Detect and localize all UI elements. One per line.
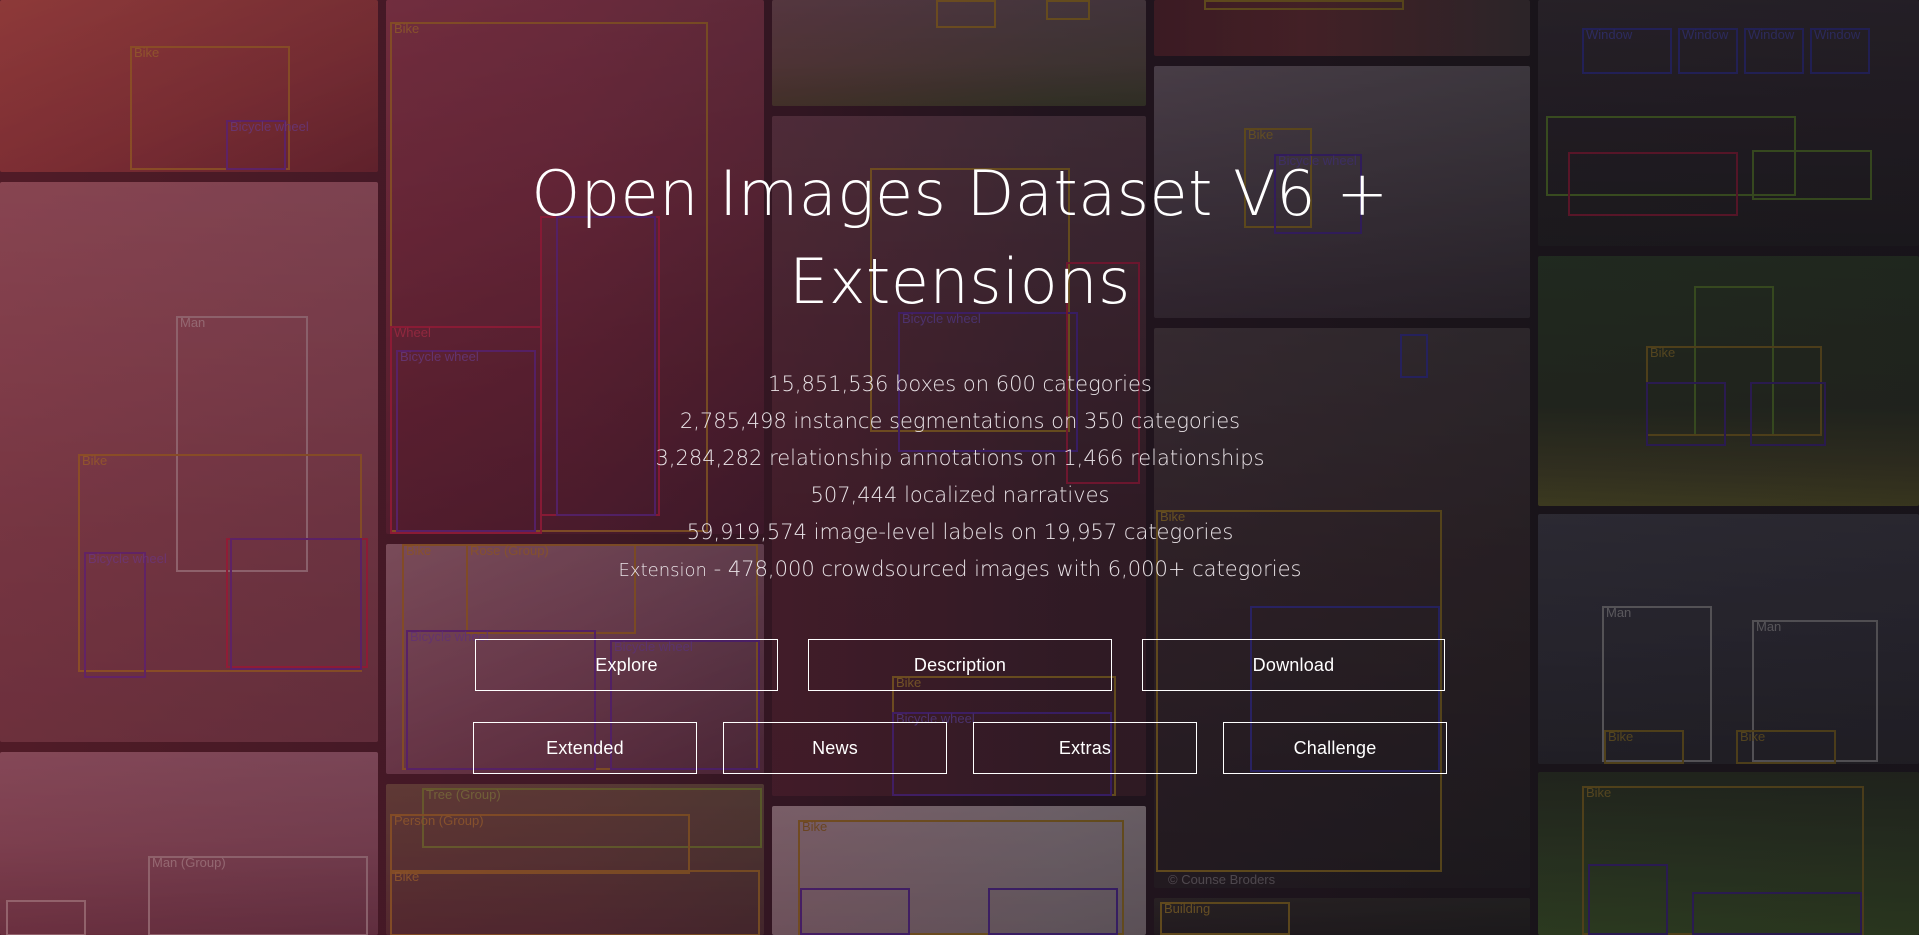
box-building: Building: [1160, 902, 1290, 935]
stat-boxes: 15,851,536 boxes on 600 categories: [768, 372, 1152, 396]
box-label: Building: [1164, 901, 1211, 916]
box-bike: Bike: [390, 870, 760, 935]
collage-photo-harbor: Man (Group): [0, 752, 378, 935]
box-label: Man (Group): [152, 855, 226, 870]
box-bicycle-wheel: [230, 538, 362, 670]
box-bicycle-wheel: [988, 888, 1118, 935]
download-button[interactable]: Download: [1142, 639, 1445, 691]
box-label: Bicycle wheel: [400, 349, 479, 364]
collage-photo-road-bike: Bike: [772, 806, 1146, 935]
box-person: [936, 0, 996, 28]
box-bicycle-wheel: [800, 888, 910, 935]
collage-photo-trees-crowd: Tree (Group) Person (Group) Bike: [386, 784, 764, 935]
collage-photo-park-top: [772, 0, 1146, 106]
box-label: Tree (Group): [426, 787, 501, 802]
explore-button[interactable]: Explore: [475, 639, 778, 691]
box-label: Bike: [1586, 785, 1612, 800]
box-label: Bike: [394, 869, 420, 884]
description-button[interactable]: Description: [808, 639, 1112, 691]
box-label: Bike: [1740, 729, 1766, 744]
box-bicycle-wheel: [1646, 382, 1726, 446]
box-label: Bicycle wheel: [230, 119, 309, 134]
collage-photo-kayak-bike: Bike: [1538, 256, 1919, 506]
box-label: Window: [1682, 27, 1729, 42]
box-label: Bike: [1650, 345, 1676, 360]
box-label: Bike: [406, 544, 432, 558]
collage-photo-central-station: Window Window Window Window: [1538, 0, 1919, 246]
box-label: Bicycle wheel: [88, 551, 167, 566]
page-title-line-1: Open Images Dataset V6 +: [531, 157, 1389, 230]
stat-relationships: 3,284,282 relationship annotations on 1,…: [655, 446, 1265, 470]
box-label: Bike: [802, 819, 828, 834]
collage-photo-car: [1154, 0, 1530, 56]
box-label: Wheel: [394, 325, 431, 340]
box-car: [1204, 0, 1404, 10]
box-bicycle-wheel: [1588, 864, 1668, 935]
box-window: Window: [1744, 28, 1804, 74]
box-bicycle-wheel: [1692, 892, 1862, 935]
box-man: [6, 900, 86, 935]
stat-extension: Extension - 478,000 crowdsourced images …: [560, 551, 1360, 589]
box-man-group: Man (Group): [148, 856, 368, 935]
box-label: Bike: [82, 453, 108, 468]
box-person: [1046, 0, 1090, 20]
box-label: Window: [1748, 27, 1795, 42]
stat-image-labels: 59,919,574 image-level labels on 19,957 …: [686, 520, 1234, 544]
box-label: Bike: [1248, 127, 1274, 142]
box-label: Man: [180, 315, 206, 330]
dataset-stats: 15,851,536 boxes on 600 categories 2,785…: [560, 366, 1360, 589]
box-sign: [1400, 334, 1428, 378]
box-bicycle-wheel: Bicycle wheel: [84, 552, 167, 678]
stat-narratives: 507,444 localized narratives: [810, 483, 1110, 507]
box-bicycle-wheel: [1750, 382, 1826, 446]
collage-photo-man-bicycle: Man Bike Bicycle wheel: [0, 182, 378, 742]
box-label: Window: [1586, 27, 1633, 42]
collage-photo-starting-line: Man Man Bike Bike: [1538, 514, 1919, 764]
box-label: Person (Group): [394, 813, 484, 828]
box-person: [1752, 150, 1872, 200]
box-bike: [1568, 152, 1738, 216]
extras-button[interactable]: Extras: [973, 722, 1197, 774]
box-label: Man: [1756, 619, 1782, 634]
challenge-button[interactable]: Challenge: [1223, 722, 1447, 774]
collage-photo-building: Building: [1154, 898, 1530, 935]
box-window: Window: [1810, 28, 1870, 74]
extension-text: - 478,000 crowdsourced images with 6,000…: [706, 557, 1302, 581]
box-label: Bike: [1608, 729, 1634, 744]
photo-credit: © Counse Broders: [1168, 872, 1276, 887]
stat-segmentations: 2,785,498 instance segmentations on 350 …: [679, 409, 1241, 433]
box-bike: Bike: [1604, 730, 1684, 764]
box-label: Rose (Group): [470, 544, 549, 558]
box-bicycle-wheel: Bicycle wheel: [396, 350, 536, 532]
box-bicycle-wheel: Bicycle wheel: [226, 120, 309, 170]
page-title: Open Images Dataset V6 + Extensions: [460, 150, 1460, 326]
page-title-line-2: Extensions: [789, 245, 1131, 318]
box-person-group: Person (Group): [390, 814, 690, 874]
box-window: Window: [1582, 28, 1672, 74]
extension-prefix: Extension: [618, 560, 707, 581]
collage-photo-cyclist-top: Bike Bicycle wheel: [0, 0, 378, 172]
box-label: Bike: [394, 21, 420, 36]
news-button[interactable]: News: [723, 722, 947, 774]
box-label: Bike: [134, 45, 160, 60]
box-label: Window: [1814, 27, 1861, 42]
box-window: Window: [1678, 28, 1738, 74]
collage-photo-grass-bike: Bike: [1538, 772, 1919, 935]
extended-button[interactable]: Extended: [473, 722, 697, 774]
box-label: Man: [1606, 605, 1632, 620]
box-bike: Bike: [1736, 730, 1836, 764]
